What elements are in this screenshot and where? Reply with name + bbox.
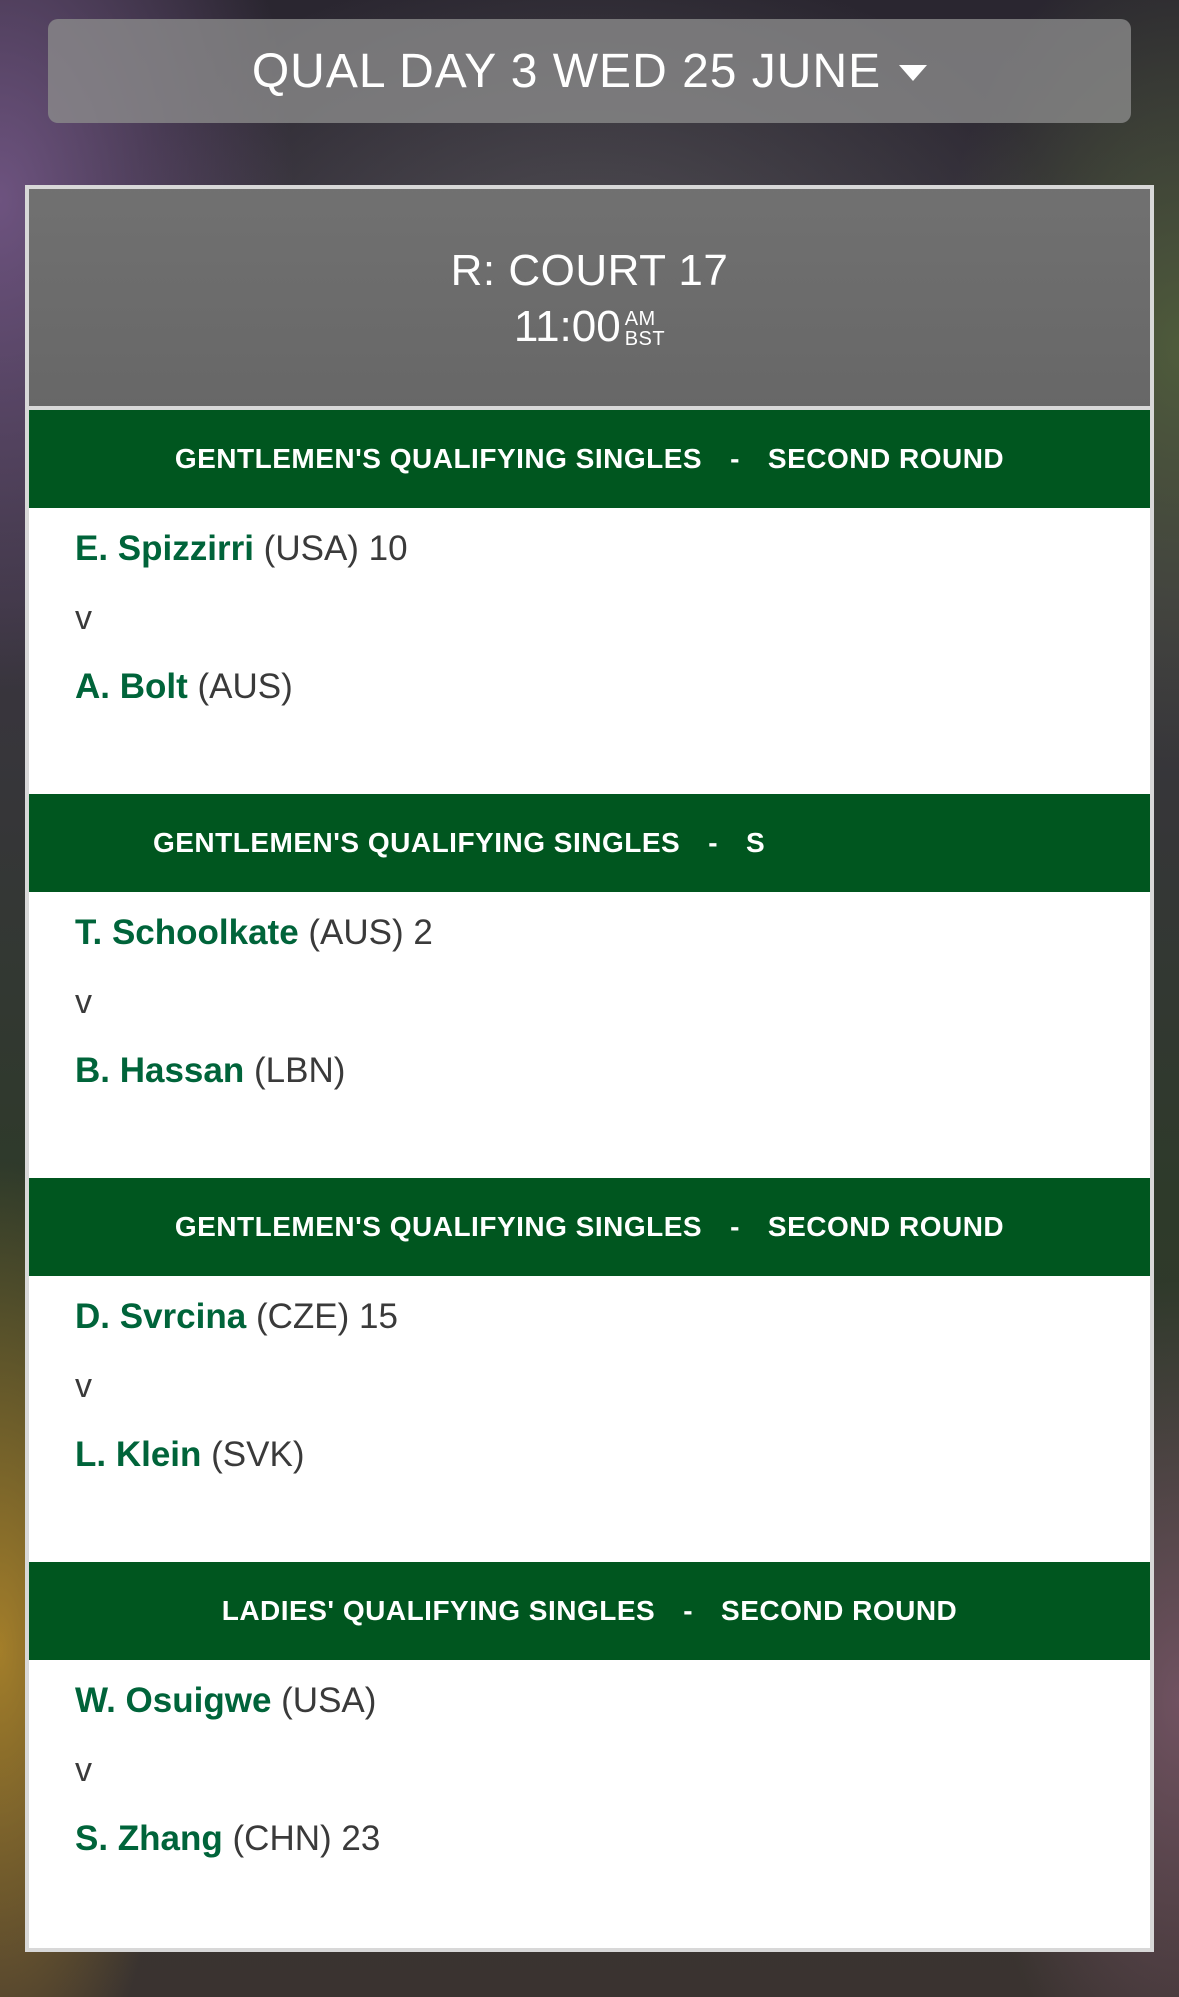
round-name: SECOND ROUND [721,1595,958,1626]
player-2-name[interactable]: B. Hassan [75,1051,244,1090]
court-name: R: COURT 17 [450,245,729,295]
player-1-info: (USA) [281,1681,377,1720]
event-separator: - [708,827,719,858]
round-name: SECOND ROUND [767,443,1005,474]
player-1-line: D. Svrcina (CZE) 15 [75,1294,1150,1340]
player-1-line: W. Osuigwe (USA) [75,1678,1150,1724]
player-2-name[interactable]: S. Zhang [75,1819,223,1858]
player-1-line: T. Schoolkate (AUS) 2 [75,910,1150,956]
match-body: D. Svrcina (CZE) 15 v L. Klein (SVK) [29,1276,1150,1562]
versus-label: v [75,983,92,1021]
round-name: SECOND ROUND [767,1211,1005,1242]
match-header: GENTLEMEN'S QUALIFYING SINGLES - S [29,794,1150,892]
player-1-name[interactable]: E. Spizzirri [75,529,254,568]
event-name: LADIES' QUALIFYING SINGLES [221,1595,656,1626]
event-name: GENTLEMEN'S QUALIFYING SINGLES [152,827,681,858]
versus-label: v [75,1367,92,1405]
player-1-name[interactable]: D. Svrcina [75,1297,246,1336]
event-separator: - [730,443,740,474]
time-ampm: AM [624,307,656,330]
player-1-name[interactable]: T. Schoolkate [75,913,299,952]
player-2-line: L. Klein (SVK) [75,1432,1150,1478]
day-selector-dropdown[interactable]: QUAL DAY 3 WED 25 JUNE [48,19,1131,123]
match-body: E. Spizzirri (USA) 10 v A. Bolt (AUS) [29,508,1150,794]
match-body: W. Osuigwe (USA) v S. Zhang (CHN) 23 [29,1660,1150,1946]
versus-label: v [75,1751,92,1789]
event-name: GENTLEMEN'S QUALIFYING SINGLES [174,443,703,474]
player-2-line: A. Bolt (AUS) [75,664,1150,710]
match-header: GENTLEMEN'S QUALIFYING SINGLES - SECOND … [29,410,1150,508]
time-zone: BST [624,327,666,350]
player-2-line: S. Zhang (CHN) 23 [75,1816,1150,1862]
caret-down-icon [899,65,928,81]
player-1-name[interactable]: W. Osuigwe [75,1681,271,1720]
court-schedule-card: R: COURT 17 11:00 AM BST GENTLEMEN'S QUA… [25,185,1154,1952]
court-header: R: COURT 17 11:00 AM BST [29,189,1150,410]
player-2-line: B. Hassan (LBN) [75,1048,1150,1094]
start-time-suffix: AM BST [625,309,665,349]
round-name: S [746,827,766,858]
match-header: GENTLEMEN'S QUALIFYING SINGLES - SECOND … [29,1178,1150,1276]
player-2-info: (SVK) [211,1435,305,1474]
player-1-info: (USA) 10 [263,529,408,568]
event-separator: - [730,1211,740,1242]
player-1-info: (CZE) 15 [255,1297,398,1336]
player-2-info: (AUS) [197,667,293,706]
event-separator: - [683,1595,694,1626]
versus-label: v [75,599,92,637]
court-start-time: 11:00 AM BST [514,301,665,353]
player-2-name[interactable]: L. Klein [75,1435,201,1474]
start-time-value: 11:00 [513,301,621,351]
player-1-line: E. Spizzirri (USA) 10 [75,526,1150,572]
player-2-info: (LBN) [253,1051,346,1090]
event-name: GENTLEMEN'S QUALIFYING SINGLES [174,1211,703,1242]
match-body: T. Schoolkate (AUS) 2 v B. Hassan (LBN) [29,892,1150,1178]
player-2-info: (CHN) 23 [232,1819,381,1858]
match-header: LADIES' QUALIFYING SINGLES - SECOND ROUN… [29,1562,1150,1660]
player-1-info: (AUS) 2 [308,913,433,952]
player-2-name[interactable]: A. Bolt [75,667,188,706]
day-selector-label: QUAL DAY 3 WED 25 JUNE [251,44,882,98]
